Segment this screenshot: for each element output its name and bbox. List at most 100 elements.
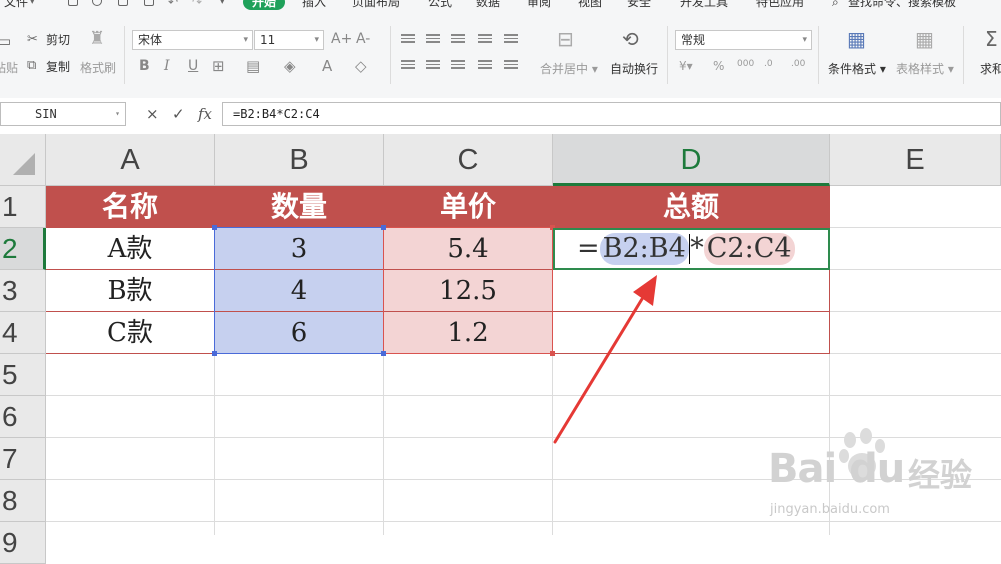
border-icon[interactable]: ⊞	[212, 58, 225, 74]
sum-icon: Σ	[985, 27, 998, 51]
thousands-icon[interactable]: 000	[737, 56, 754, 72]
column-header-a[interactable]: A	[46, 134, 215, 186]
column-header-c[interactable]: C	[384, 134, 553, 186]
search-icon[interactable]: ⌕	[832, 0, 839, 10]
cancel-formula-button[interactable]: ×	[146, 104, 159, 124]
cell-a1[interactable]: 名称	[46, 186, 215, 228]
range-b-handle[interactable]	[212, 351, 217, 356]
clear-format-icon[interactable]: ◇	[355, 58, 367, 74]
quick-access-more-icon[interactable]: ▾	[220, 0, 225, 10]
conditional-format-button[interactable]: 条件格式 ▾	[828, 62, 886, 76]
wrap-text-button[interactable]: 自动换行	[610, 62, 658, 76]
font-color-icon[interactable]: A	[322, 58, 332, 74]
confirm-formula-button[interactable]: ✓	[172, 104, 185, 124]
cell-a2[interactable]: A款	[46, 228, 215, 270]
paste-button[interactable]: 粘贴	[0, 60, 18, 76]
row-header-3[interactable]: 3	[0, 270, 46, 312]
decrease-decimal-icon[interactable]: .00	[791, 56, 805, 72]
range-b-handle[interactable]	[212, 225, 217, 230]
tab-security[interactable]: 安全	[627, 0, 651, 10]
chevron-down-icon: ▾	[115, 109, 120, 118]
cell-style-icon[interactable]: ▤	[246, 58, 260, 74]
save-icon[interactable]	[68, 0, 78, 6]
font-size-select[interactable]: 11 ▾	[254, 30, 324, 50]
indent-increase-icon[interactable]	[504, 34, 518, 45]
underline-button[interactable]: U	[188, 58, 198, 74]
formula-equals: =	[577, 233, 600, 264]
column-header-d[interactable]: D	[553, 134, 830, 186]
column-header-e[interactable]: E	[830, 134, 1001, 186]
row-header-5[interactable]: 5	[0, 354, 46, 396]
cell-d2-editor[interactable]: = B2:B4 * C2:C4	[553, 228, 830, 270]
row-header-7[interactable]: 7	[0, 438, 46, 480]
preview-icon[interactable]	[118, 0, 128, 6]
increase-decimal-icon[interactable]: .0	[764, 56, 773, 72]
name-box[interactable]: SIN ▾	[0, 102, 126, 126]
column-header-b[interactable]: B	[215, 134, 384, 186]
gridline	[46, 395, 1001, 396]
align-left-icon[interactable]	[401, 60, 415, 71]
italic-button[interactable]: I	[164, 58, 170, 74]
tab-review[interactable]: 审阅	[527, 0, 551, 10]
number-format-select[interactable]: 常规 ▾	[675, 30, 812, 50]
redo-icon[interactable]: ↷	[192, 0, 202, 10]
export-icon[interactable]	[144, 0, 154, 6]
percent-icon[interactable]: %	[713, 58, 724, 74]
row-header-4[interactable]: 4	[0, 312, 46, 354]
cell-a4[interactable]: C款	[46, 312, 215, 354]
table-style-button[interactable]: 表格样式 ▾	[896, 62, 954, 76]
currency-icon[interactable]: ¥▾	[679, 58, 693, 74]
paste-icon[interactable]: ▭	[0, 33, 11, 49]
formula-input[interactable]: =B2:B4*C2:C4	[222, 102, 1001, 126]
cell-c1[interactable]: 单价	[384, 186, 553, 228]
range-b-handle[interactable]	[381, 225, 386, 230]
font-grow-button[interactable]: A+	[331, 31, 352, 47]
align-middle-icon[interactable]	[426, 34, 440, 45]
fill-color-icon[interactable]: ◈	[284, 58, 296, 74]
merge-center-button[interactable]: 合并居中 ▾	[540, 62, 598, 76]
format-painter-button[interactable]: 格式刷	[80, 60, 116, 76]
align-center-icon[interactable]	[426, 60, 440, 71]
align-top-icon[interactable]	[401, 34, 415, 45]
tab-formulas[interactable]: 公式	[428, 0, 452, 10]
cut-button[interactable]: 剪切	[46, 32, 70, 48]
tab-home[interactable]: 开始	[243, 0, 286, 10]
formula-ref-c2-c4: C2:C4	[703, 233, 795, 265]
bold-button[interactable]: B	[139, 58, 150, 74]
undo-icon[interactable]: ↶	[168, 0, 178, 10]
select-all-corner[interactable]	[0, 134, 46, 186]
font-name-select[interactable]: 宋体 ▾	[132, 30, 253, 50]
ribbon-separator	[818, 26, 819, 84]
sum-button[interactable]: 求和	[980, 62, 1001, 76]
insert-function-button[interactable]: fx	[198, 104, 212, 124]
tab-view[interactable]: 视图	[578, 0, 602, 10]
tab-data[interactable]: 数据	[476, 0, 500, 10]
cell-a3[interactable]: B款	[46, 270, 215, 312]
row-header-9[interactable]: 9	[0, 522, 46, 564]
align-bottom-icon[interactable]	[451, 34, 465, 45]
range-b-handle[interactable]	[381, 351, 386, 356]
row-header-1[interactable]: 1	[0, 186, 46, 228]
distribute-icon[interactable]	[504, 60, 518, 71]
align-right-icon[interactable]	[451, 60, 465, 71]
indent-decrease-icon[interactable]	[478, 34, 492, 45]
print-icon[interactable]	[92, 0, 102, 6]
tab-features[interactable]: 特色应用	[756, 0, 804, 10]
menu-file[interactable]: 文件	[4, 0, 28, 10]
watermark-url: jingyan.baidu.com	[770, 502, 890, 517]
tab-insert[interactable]: 插入	[302, 0, 326, 10]
tab-developer[interactable]: 开发工具	[680, 0, 728, 10]
search-commands[interactable]: 查找命令、搜索模板	[848, 0, 956, 10]
cell-d1[interactable]: 总额	[553, 186, 830, 228]
row-header-8[interactable]: 8	[0, 480, 46, 522]
chevron-down-icon[interactable]: ▾	[30, 0, 35, 10]
gridline	[830, 269, 1001, 270]
cell-b1[interactable]: 数量	[215, 186, 384, 228]
ribbon-separator	[390, 26, 391, 84]
tab-page-layout[interactable]: 页面布局	[352, 0, 400, 10]
row-header-6[interactable]: 6	[0, 396, 46, 438]
justify-icon[interactable]	[478, 60, 492, 71]
copy-button[interactable]: 复制	[46, 59, 70, 75]
font-shrink-button[interactable]: A-	[356, 31, 370, 47]
row-header-2[interactable]: 2	[0, 228, 46, 270]
